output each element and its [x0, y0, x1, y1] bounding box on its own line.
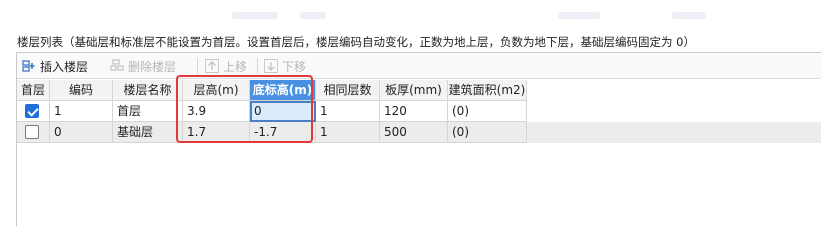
same-count-cell[interactable]: 1: [316, 122, 380, 143]
insert-floor-label: 插入楼层: [40, 59, 89, 74]
code-cell[interactable]: 0: [50, 122, 113, 143]
col-header-floor-name[interactable]: 楼层名称: [113, 80, 183, 101]
floor-name-cell[interactable]: 首层: [113, 101, 183, 122]
table-header-row: 首层 编码 楼层名称 层高(m) 底标高(m) 相同层数 板厚(mm) 建筑面积…: [17, 80, 527, 101]
floor-name-cell[interactable]: 基础层: [113, 122, 183, 143]
col-header-same-count[interactable]: 相同层数: [316, 80, 380, 101]
building-area-cell[interactable]: (0): [448, 101, 527, 122]
move-up-button[interactable]: 上移: [205, 56, 247, 76]
first-floor-checkbox[interactable]: [25, 125, 39, 139]
table-row[interactable]: 0 基础层 1.7 -1.7 1 500 (0): [17, 122, 821, 143]
floor-height-cell[interactable]: 1.7: [183, 122, 250, 143]
floor-list-panel: 插入楼层 删除楼层 上移 下移 首层 编码 楼层名称 层高(m) 底标高(m) …: [16, 52, 821, 226]
first-floor-checkbox[interactable]: [25, 104, 39, 118]
delete-floor-label: 删除楼层: [128, 59, 177, 74]
floor-toolbar: 插入楼层 删除楼层 上移 下移: [17, 53, 821, 79]
floor-height-cell[interactable]: 3.9: [183, 101, 250, 122]
delete-floor-button[interactable]: 删除楼层: [110, 56, 176, 76]
col-header-first-floor[interactable]: 首层: [17, 80, 50, 101]
toolbar-divider: [197, 58, 198, 74]
same-count-cell[interactable]: 1: [316, 101, 380, 122]
bottom-elevation-cell[interactable]: 0: [250, 101, 316, 122]
top-strip: [0, 0, 821, 30]
arrow-up-icon: [205, 59, 219, 73]
col-header-slab-thickness[interactable]: 板厚(mm): [380, 80, 448, 101]
faded-text: [300, 12, 326, 19]
insert-floor-icon: [22, 60, 35, 72]
floor-list-title: 楼层列表（基础层和标准层不能设置为首层。设置首层后，楼层编码自动变化，正数为地上…: [17, 35, 695, 49]
bottom-elevation-cell[interactable]: -1.7: [250, 122, 316, 143]
move-down-label: 下移: [282, 59, 307, 74]
arrow-down-icon: [264, 59, 278, 73]
building-area-cell[interactable]: (0): [448, 122, 527, 143]
col-header-building-area[interactable]: 建筑面积(m2): [448, 80, 527, 101]
insert-floor-button[interactable]: 插入楼层: [22, 56, 88, 76]
faded-text: [672, 12, 706, 19]
toolbar-divider: [257, 58, 258, 74]
col-header-floor-height[interactable]: 层高(m): [183, 80, 250, 101]
delete-floor-icon: [110, 59, 124, 71]
move-down-button[interactable]: 下移: [264, 56, 306, 76]
slab-thickness-cell[interactable]: 500: [380, 122, 448, 143]
faded-text: [558, 12, 600, 19]
table-row[interactable]: 1 首层 3.9 0 1 120 (0): [17, 101, 527, 122]
move-up-label: 上移: [223, 59, 248, 74]
first-floor-cell[interactable]: [17, 122, 50, 143]
code-cell[interactable]: 1: [50, 101, 113, 122]
slab-thickness-cell[interactable]: 120: [380, 101, 448, 122]
first-floor-cell[interactable]: [17, 101, 50, 122]
faded-text: [232, 12, 278, 19]
col-header-bottom-elevation[interactable]: 底标高(m): [250, 80, 316, 101]
col-header-code[interactable]: 编码: [50, 80, 113, 101]
